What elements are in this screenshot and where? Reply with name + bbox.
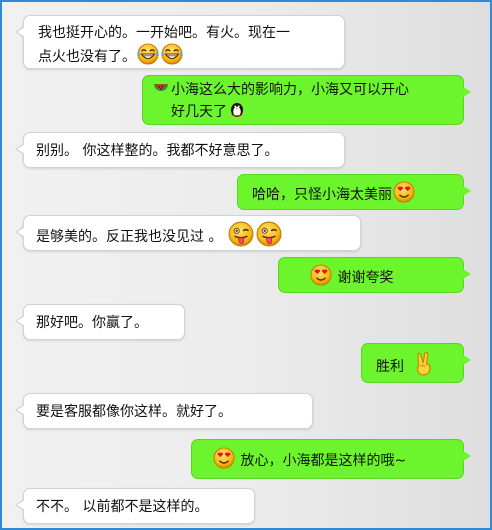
heart-eyes-emoji (393, 181, 415, 209)
penguin-emoji (228, 100, 246, 124)
message-sent: 小海这么大的影响力，小海又可以开心 好几天了 (142, 75, 471, 125)
laughing-emoji (161, 43, 183, 71)
message-text: 不不。 以前都不是这样的。 (36, 499, 209, 515)
message-text: 好几天了 (171, 104, 227, 120)
tongue-emoji (228, 221, 254, 253)
chat-window: 我也挺开心的。一开始吧。有火。现在一 点火也没有了。 小海这么大的影响力，小海又… (0, 0, 492, 530)
message-text: 放心，小海都是这样的哦~ (240, 453, 407, 469)
heart-eyes-emoji (310, 264, 332, 292)
message-text: 小海这么大的影响力，小海又可以开心 (171, 82, 409, 98)
message-received: 不不。 以前都不是这样的。 (15, 488, 255, 524)
laughing-emoji (137, 43, 159, 71)
message-sent: 谢谢夸奖 (278, 257, 471, 293)
message-sent: 放心，小海都是这样的哦~ (191, 439, 471, 479)
message-text: 点火也没有了。 (38, 49, 136, 65)
message-text: 谢谢夸奖 (337, 270, 394, 286)
message-sent: 哈哈，只怪小海太美丽 (237, 174, 471, 210)
message-text: 哈哈，只怪小海太美丽 (252, 187, 392, 203)
watermelon-emoji (153, 79, 169, 101)
message-text: 别别。 你这样整的。我都不好意思了。 (36, 143, 279, 159)
message-text: 那好吧。你赢了。 (36, 315, 148, 331)
message-received: 别别。 你这样整的。我都不好意思了。 (15, 132, 345, 168)
victory-hand-emoji (412, 351, 436, 383)
message-received: 我也挺开心的。一开始吧。有火。现在一 点火也没有了。 (15, 15, 345, 71)
heart-eyes-emoji (213, 447, 235, 475)
message-text: 我也挺开心的。一开始吧。有火。现在一 (38, 25, 290, 41)
message-received: 是够美的。反正我也没见过 。 (15, 215, 361, 253)
message-text: 要是客服都像你这样。就好了。 (36, 404, 232, 420)
message-text: 是够美的。反正我也没见过 。 (36, 229, 223, 245)
message-received: 要是客服都像你这样。就好了。 (15, 393, 313, 429)
tongue-emoji (256, 221, 282, 253)
message-received: 那好吧。你赢了。 (15, 304, 185, 340)
message-text: 胜利 (376, 359, 404, 375)
message-sent: 胜利 (361, 343, 471, 383)
